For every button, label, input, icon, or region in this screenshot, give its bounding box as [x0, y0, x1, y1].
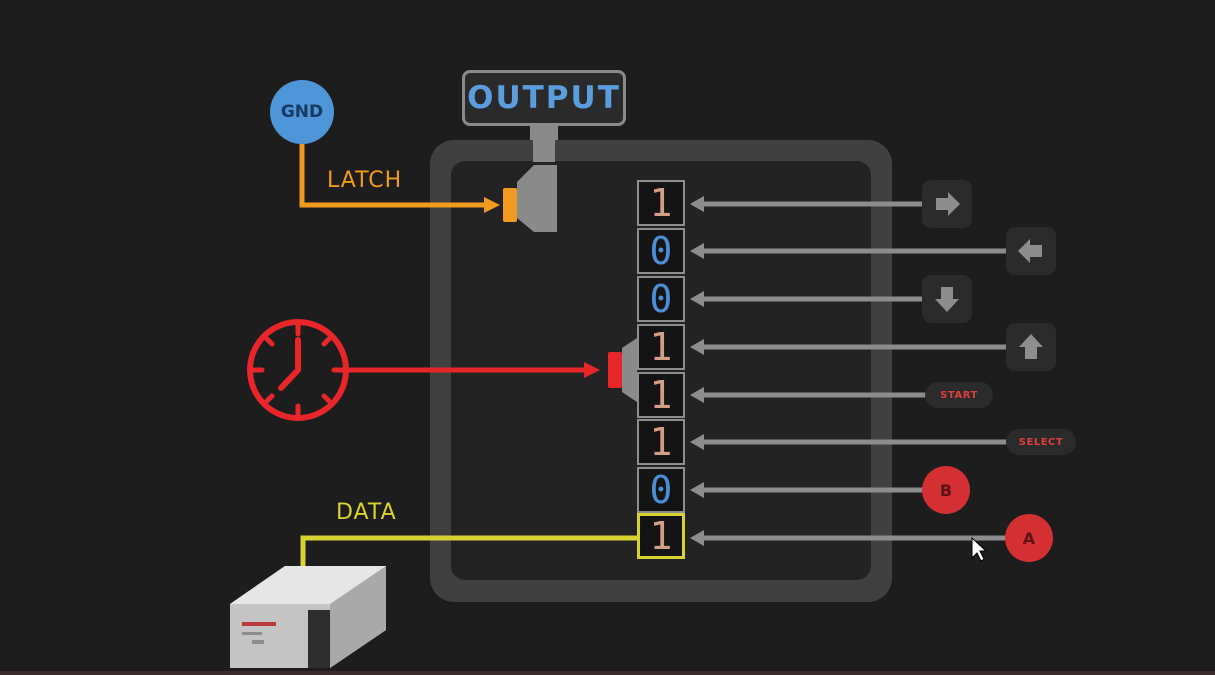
- nes-console-icon: [230, 566, 386, 668]
- mouse-cursor-icon: [971, 536, 988, 562]
- clock-plug: [622, 338, 637, 402]
- down-button: [922, 275, 972, 323]
- clock-icon: [247, 319, 349, 421]
- b-button: B: [922, 466, 970, 514]
- output-stem: [530, 126, 558, 140]
- right-arrow-icon: [936, 192, 960, 216]
- gnd-node: GND: [270, 80, 334, 144]
- left-button: [1006, 227, 1056, 275]
- register-bit-output: 1: [637, 513, 685, 559]
- up-arrow-icon: [1019, 334, 1043, 359]
- register-bit: 1: [637, 324, 685, 370]
- a-button: A: [1005, 514, 1053, 562]
- down-arrow-icon: [935, 287, 959, 312]
- left-arrow-icon: [1018, 239, 1042, 263]
- select-button: SELECT: [1006, 429, 1076, 455]
- latch-label: LATCH: [327, 168, 403, 193]
- data-label: DATA: [336, 500, 397, 525]
- start-button: START: [925, 382, 993, 408]
- output-stem-inner: [533, 140, 555, 162]
- diagram-stage: GND OUTPUT LATCH DATA 1 0 0 1 1 1 0 1 ST…: [0, 0, 1215, 675]
- register-bit: 0: [637, 467, 685, 513]
- up-button: [1006, 323, 1056, 371]
- register-bit: 1: [637, 419, 685, 465]
- register-bit: 1: [637, 180, 685, 226]
- register-bit: 0: [637, 276, 685, 322]
- video-progress-strip: [0, 671, 1215, 675]
- right-button: [922, 180, 972, 228]
- output-box: OUTPUT: [462, 70, 626, 126]
- clock-plug-tip: [608, 352, 622, 388]
- register-bit: 0: [637, 228, 685, 274]
- register-bit: 1: [637, 372, 685, 418]
- latch-plug-tip: [503, 188, 517, 222]
